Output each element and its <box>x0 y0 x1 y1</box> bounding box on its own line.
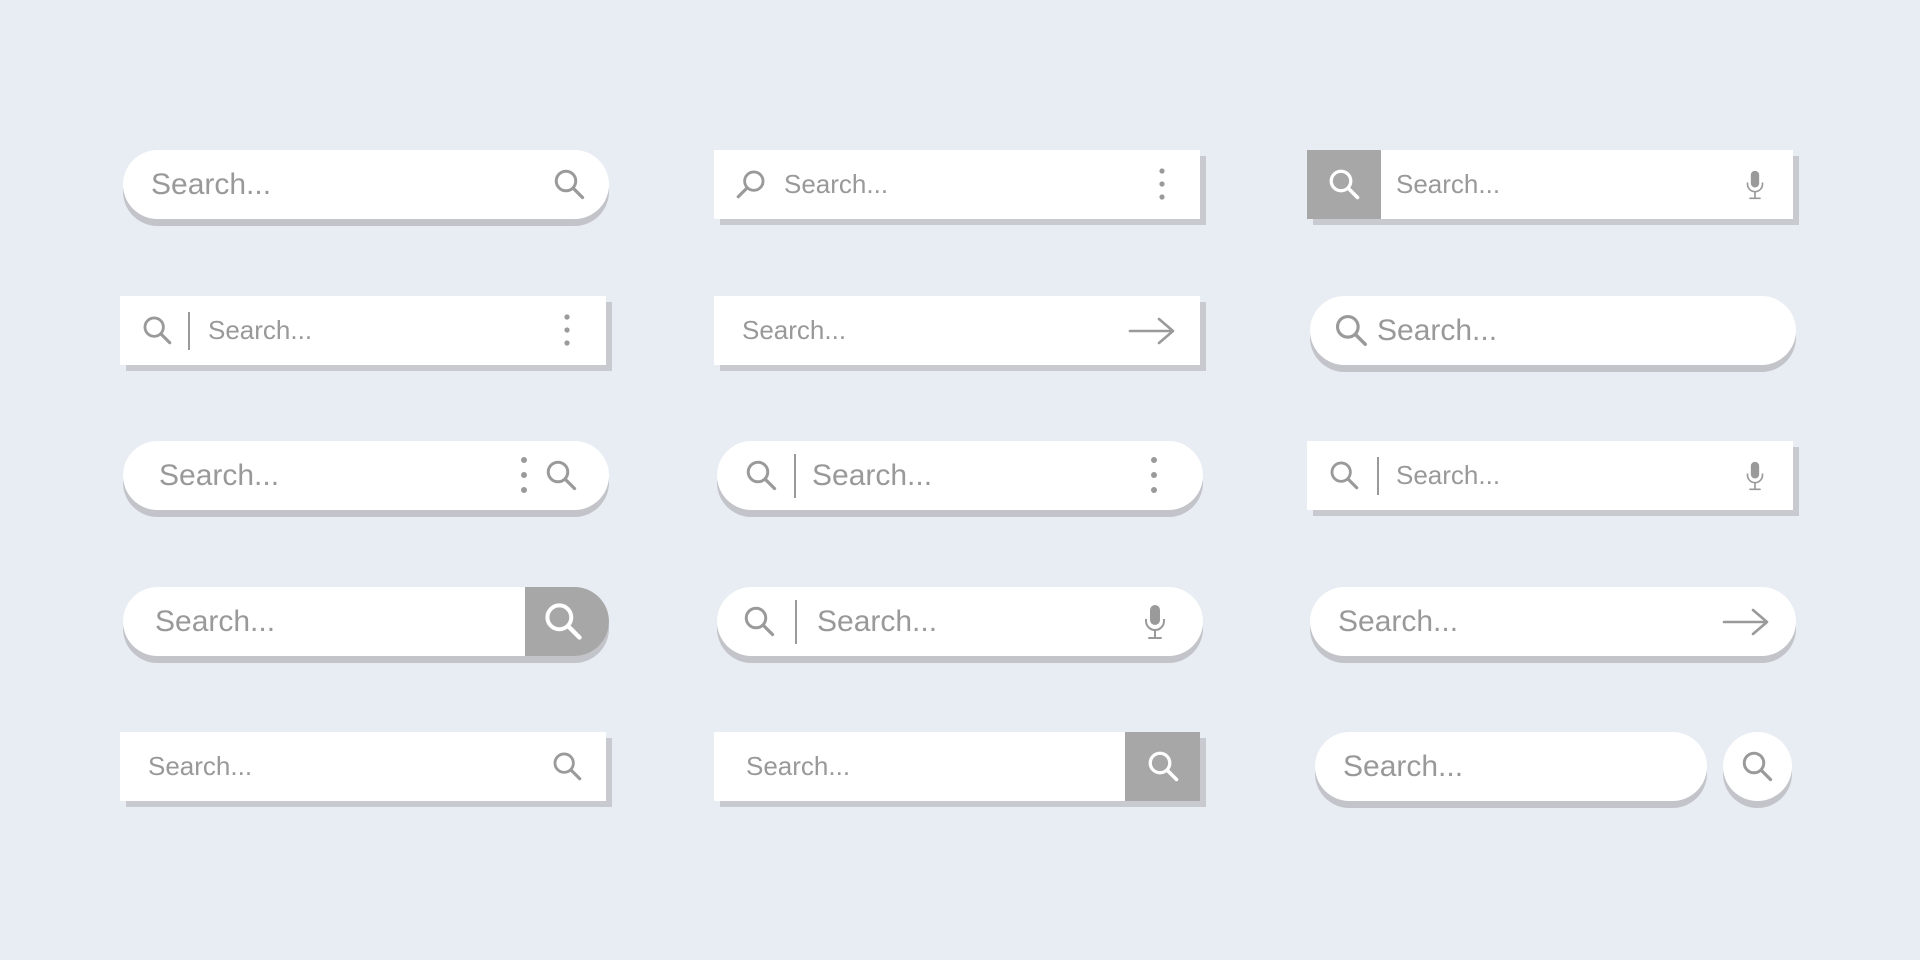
search-input[interactable]: Search... <box>784 150 888 219</box>
text-cursor <box>1377 457 1379 495</box>
arrow-right-icon[interactable] <box>1722 607 1770 637</box>
search-input[interactable]: Search... <box>746 732 850 801</box>
search-icon <box>545 603 582 640</box>
search-input[interactable]: Search... <box>155 587 275 656</box>
search-button[interactable] <box>525 587 609 656</box>
search-icon <box>143 316 172 345</box>
search-bar-13[interactable]: Search... <box>1307 441 1793 510</box>
search-icon <box>746 460 777 491</box>
search-icon[interactable] <box>550 749 584 783</box>
search-input[interactable]: Search... <box>1377 296 1497 365</box>
search-icon[interactable] <box>551 166 587 202</box>
more-vertical-icon[interactable] <box>1149 455 1159 495</box>
search-input[interactable]: Search... <box>148 732 252 801</box>
search-bar-11[interactable]: Search... <box>1307 150 1793 219</box>
search-input[interactable]: Search... <box>1343 732 1463 801</box>
text-cursor <box>795 600 797 644</box>
search-icon <box>1330 461 1359 490</box>
search-bar-collection: Search... Search... Search... Search... <box>0 0 1920 960</box>
search-bar-5[interactable]: Search... <box>120 732 606 801</box>
search-button[interactable] <box>1125 732 1200 801</box>
search-bar-9[interactable]: Search... <box>717 587 1203 656</box>
search-button[interactable] <box>1723 732 1792 801</box>
search-bar-8[interactable]: Search... <box>717 441 1203 510</box>
text-cursor <box>188 312 190 350</box>
more-vertical-icon[interactable] <box>1157 166 1167 202</box>
search-input[interactable]: Search... <box>742 296 846 365</box>
search-input[interactable]: Search... <box>208 296 312 365</box>
search-bar-6[interactable]: Search... <box>714 150 1200 219</box>
microphone-icon[interactable] <box>1143 604 1167 640</box>
search-input[interactable]: Search... <box>159 441 279 510</box>
search-bar-14[interactable]: Search... <box>1310 587 1796 656</box>
search-input[interactable]: Search... <box>1338 587 1458 656</box>
search-icon <box>744 606 775 637</box>
search-bar-2[interactable]: Search... <box>120 296 606 365</box>
search-icon <box>1329 169 1360 200</box>
search-input[interactable]: Search... <box>1396 150 1500 219</box>
microphone-icon[interactable] <box>1745 460 1765 492</box>
search-bar-1[interactable]: Search... <box>123 150 609 219</box>
more-vertical-icon[interactable] <box>519 455 529 495</box>
search-bar-12[interactable]: Search... <box>1310 296 1796 365</box>
search-icon[interactable] <box>543 457 579 493</box>
search-bar-10[interactable]: Search... <box>714 732 1200 801</box>
search-icon <box>1148 751 1179 782</box>
search-input[interactable]: Search... <box>817 587 937 656</box>
text-cursor <box>794 454 796 498</box>
more-vertical-icon[interactable] <box>562 312 572 348</box>
search-input[interactable]: Search... <box>1396 441 1500 510</box>
search-bar-15[interactable]: Search... <box>1315 732 1707 801</box>
search-button[interactable] <box>1307 150 1381 219</box>
search-input[interactable]: Search... <box>151 150 271 219</box>
search-bar-4[interactable]: Search... <box>123 587 609 656</box>
search-input[interactable]: Search... <box>812 441 932 510</box>
search-bar-7[interactable]: Search... <box>714 296 1200 365</box>
search-bar-3[interactable]: Search... <box>123 441 609 510</box>
search-icon <box>1742 751 1773 782</box>
search-icon <box>736 170 765 199</box>
microphone-icon[interactable] <box>1745 169 1765 201</box>
arrow-right-icon[interactable] <box>1128 316 1176 346</box>
search-icon <box>1335 314 1367 346</box>
